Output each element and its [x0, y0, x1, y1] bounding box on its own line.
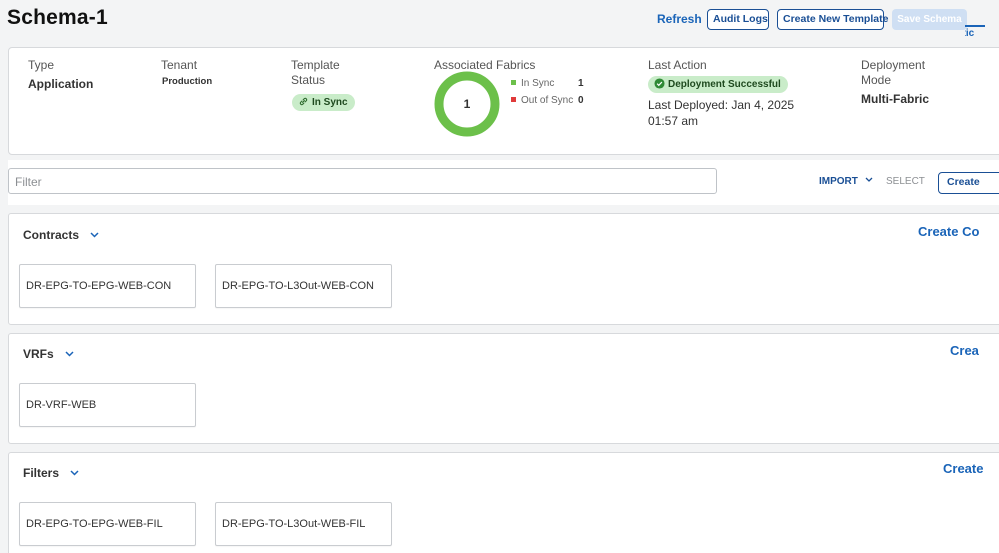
create-contract-link[interactable]: Create Co [918, 224, 979, 239]
filters-section-toggle[interactable]: Filters [23, 466, 79, 480]
select-button[interactable]: SELECT [886, 176, 925, 187]
legend-in-sync-count: 1 [578, 78, 584, 89]
legend-out-of-sync-count: 0 [578, 95, 584, 106]
filters-section: Filters Create DR-EPG-TO-EPG-WEB-FIL DR-… [8, 452, 999, 553]
filter-input[interactable]: Filter [8, 168, 717, 194]
create-new-template-button[interactable]: Create New Template [777, 9, 888, 30]
contract-tile[interactable]: DR-EPG-TO-L3Out-WEB-CON [215, 264, 392, 308]
last-action-badge: Deployment Successful [648, 76, 788, 93]
create-button[interactable]: Create [938, 172, 999, 194]
import-label: IMPORT [819, 176, 858, 187]
filter-tile[interactable]: DR-EPG-TO-L3Out-WEB-FIL [215, 502, 392, 546]
contracts-section: Contracts Create Co DR-EPG-TO-EPG-WEB-CO… [8, 213, 999, 325]
save-schema-button[interactable]: Save Schema [892, 9, 967, 30]
tab-active-indicator [965, 25, 985, 27]
create-vrf-link[interactable]: Crea [950, 343, 979, 358]
schema-page: Schema-1 Refresh Audit Logs Create New T… [0, 0, 999, 553]
template-status-label: Template Status [291, 58, 340, 87]
in-sync-swatch [511, 80, 516, 85]
last-action-label: Last Action [648, 58, 707, 72]
tenant-value: Production [162, 76, 213, 87]
refresh-button[interactable]: Refresh [657, 12, 702, 26]
chevron-down-icon [70, 470, 79, 476]
template-summary-card: Type Application Tenant Production Templ… [8, 47, 999, 155]
page-header: Schema-1 Refresh Audit Logs Create New T… [0, 0, 999, 44]
legend-in-sync-label: In Sync [521, 78, 555, 89]
template-status-value: In Sync [312, 97, 348, 108]
link-icon [299, 97, 308, 106]
out-of-sync-swatch [511, 97, 516, 102]
last-action-value: Deployment Successful [668, 79, 781, 90]
import-dropdown[interactable]: IMPORT [819, 176, 873, 187]
last-deployed-text: Last Deployed: Jan 4, 2025 01:57 am [648, 98, 795, 128]
contracts-section-toggle[interactable]: Contracts [23, 228, 99, 242]
audit-logs-button[interactable]: Audit Logs [707, 9, 769, 30]
deployment-mode-value: Multi-Fabric [861, 92, 929, 106]
legend-out-of-sync: Out of Sync 0 [511, 95, 584, 106]
chevron-down-icon [865, 177, 873, 182]
type-value: Application [28, 77, 94, 91]
page-title: Schema-1 [7, 6, 108, 29]
legend-in-sync: In Sync 1 [511, 78, 584, 89]
fabrics-total: 1 [464, 97, 471, 111]
vrfs-section: VRFs Crea DR-VRF-WEB [8, 333, 999, 444]
type-label: Type [28, 58, 55, 72]
check-circle-icon [654, 78, 665, 89]
vrf-tile[interactable]: DR-VRF-WEB [19, 383, 196, 427]
tab-partial[interactable]: ctic [965, 25, 999, 43]
template-status-badge: In Sync [292, 94, 355, 111]
contracts-title: Contracts [23, 228, 80, 242]
tab-partial-label: ctic [965, 28, 975, 39]
contract-tile[interactable]: DR-EPG-TO-EPG-WEB-CON [19, 264, 196, 308]
deployment-mode-label: Deployment Mode [861, 58, 926, 87]
tenant-label: Tenant [161, 58, 198, 72]
chevron-down-icon [65, 351, 74, 357]
vrfs-title: VRFs [23, 347, 54, 361]
filter-tile[interactable]: DR-EPG-TO-EPG-WEB-FIL [19, 502, 196, 546]
fabrics-donut-chart: 1 [434, 71, 500, 137]
chevron-down-icon [90, 232, 99, 238]
vrfs-section-toggle[interactable]: VRFs [23, 347, 74, 361]
legend-out-of-sync-label: Out of Sync [521, 95, 574, 106]
filter-toolbar: Filter IMPORT SELECT Create [8, 160, 999, 205]
filters-title: Filters [23, 466, 60, 480]
create-filter-link[interactable]: Create [943, 461, 983, 476]
